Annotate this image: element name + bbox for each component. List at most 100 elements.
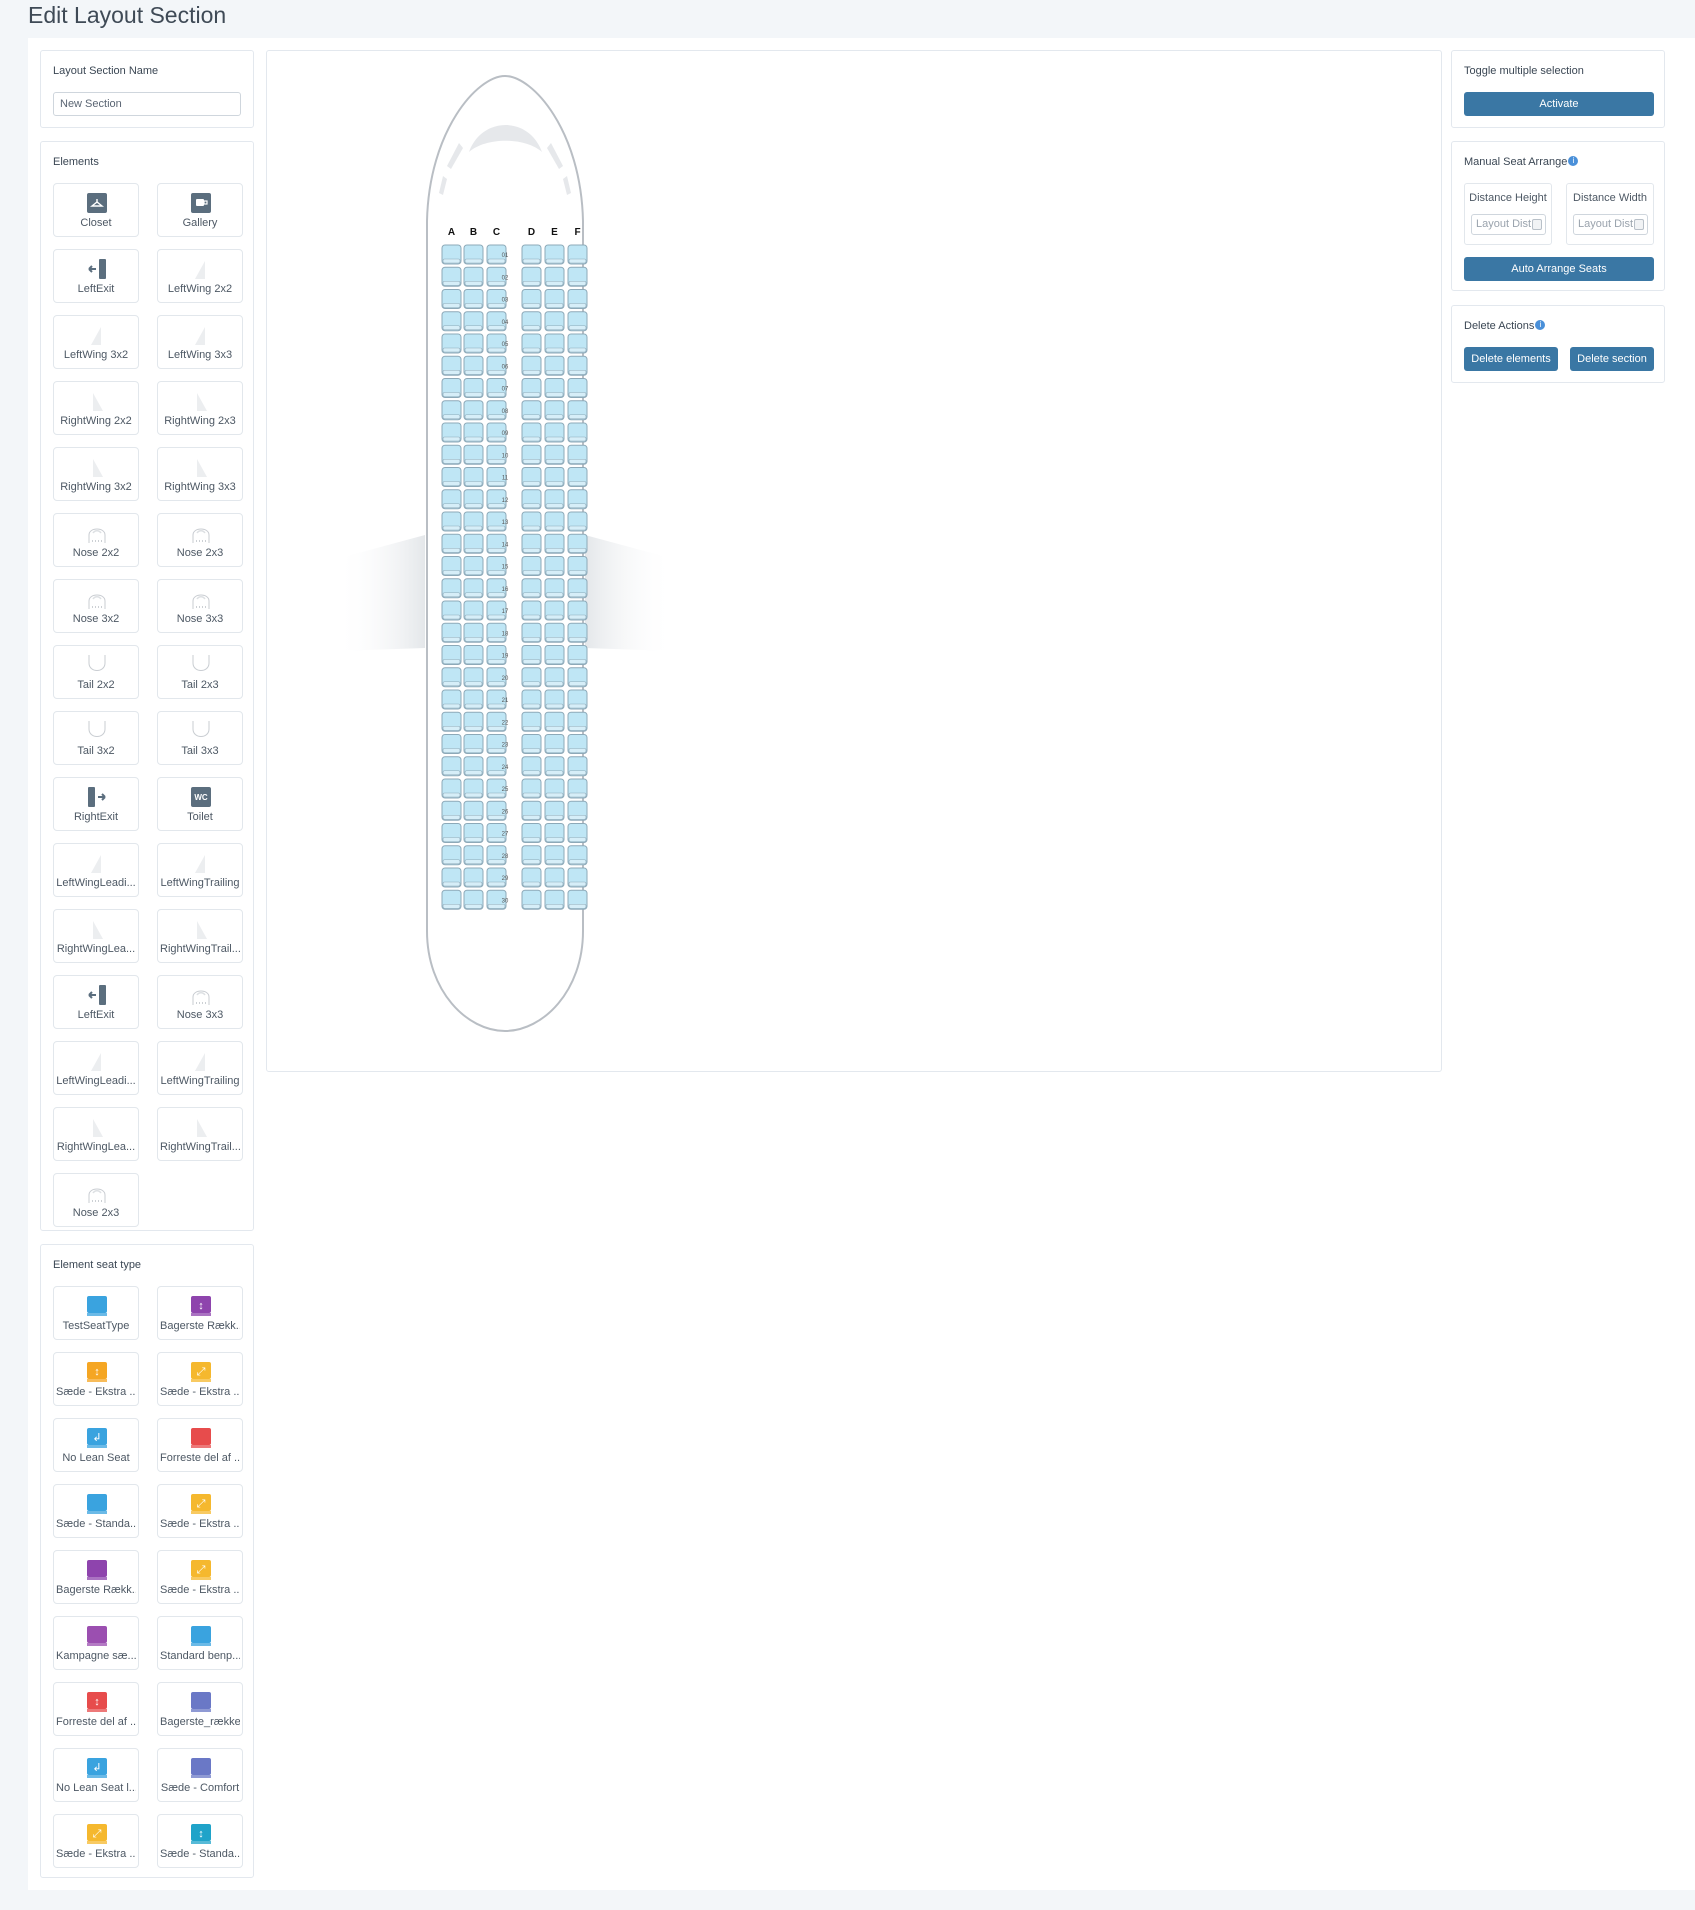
seat-type-tile[interactable]: ↕ Forreste del af ...: [53, 1682, 139, 1736]
element-tile[interactable]: Nose 3x2: [53, 579, 139, 633]
seat[interactable]: [441, 889, 462, 910]
seat-type-tile[interactable]: Bagerste Rækk...: [53, 1550, 139, 1604]
seat[interactable]: [521, 311, 542, 332]
seat[interactable]: [463, 244, 484, 265]
seat[interactable]: [463, 823, 484, 843]
seat[interactable]: [567, 667, 588, 688]
element-tile[interactable]: Nose 2x3: [157, 513, 243, 567]
seat[interactable]: [567, 778, 588, 799]
seat[interactable]: [521, 378, 542, 398]
element-tile[interactable]: Tail 2x3: [157, 645, 243, 699]
seat[interactable]: [544, 845, 565, 866]
seat[interactable]: [567, 734, 588, 754]
seat[interactable]: [544, 533, 565, 554]
seat-type-tile[interactable]: Bagerste_rækker: [157, 1682, 243, 1736]
spinner-icon[interactable]: [1634, 219, 1644, 230]
element-tile[interactable]: RightExit: [53, 777, 139, 831]
seat[interactable]: [521, 778, 542, 799]
seat-type-tile[interactable]: ⤢ Sæde - Ekstra ...: [157, 1484, 243, 1538]
seat[interactable]: [567, 556, 588, 576]
seat[interactable]: [521, 400, 542, 421]
seat[interactable]: [521, 689, 542, 710]
seat[interactable]: [544, 556, 565, 576]
seat[interactable]: [567, 867, 588, 888]
seat[interactable]: [441, 823, 462, 843]
seat[interactable]: [441, 244, 462, 265]
seat[interactable]: [544, 823, 565, 843]
seat[interactable]: [441, 266, 462, 287]
seat[interactable]: [441, 378, 462, 398]
seat[interactable]: [441, 489, 462, 510]
seat[interactable]: [441, 622, 462, 643]
distance-width-input[interactable]: Layout Dist: [1573, 214, 1648, 235]
seat-type-tile[interactable]: ⤢ Sæde - Ekstra ...: [157, 1352, 243, 1406]
element-tile[interactable]: LeftWing 2x2: [157, 249, 243, 303]
element-tile[interactable]: LeftWingTrailing: [157, 1041, 243, 1095]
seat[interactable]: [521, 289, 542, 309]
seat[interactable]: [441, 422, 462, 443]
seat[interactable]: [544, 800, 565, 821]
activate-button[interactable]: Activate: [1464, 92, 1654, 116]
seat-type-tile[interactable]: ⤢ Sæde - Ekstra ...: [157, 1550, 243, 1604]
seat[interactable]: [544, 511, 565, 532]
element-tile[interactable]: RightWing 2x3: [157, 381, 243, 435]
seat[interactable]: [567, 311, 588, 332]
layout-canvas[interactable]: A B C D E F 01 02 03 04 05 06 07 08 09 10 11 12 13 14 15 16 1…: [266, 50, 1442, 1072]
seat[interactable]: [567, 823, 588, 843]
seat[interactable]: [441, 444, 462, 465]
seat[interactable]: [544, 867, 565, 888]
seat[interactable]: [544, 289, 565, 309]
seat[interactable]: [521, 489, 542, 510]
seat-type-tile[interactable]: Sæde - Standa...: [53, 1484, 139, 1538]
seat[interactable]: [441, 533, 462, 554]
element-tile[interactable]: Nose 2x2: [53, 513, 139, 567]
seat[interactable]: [463, 266, 484, 287]
seat[interactable]: [521, 244, 542, 265]
element-tile[interactable]: WC Toilet: [157, 777, 243, 831]
seat[interactable]: [544, 689, 565, 710]
seat[interactable]: [441, 511, 462, 532]
seat[interactable]: [567, 400, 588, 421]
seat[interactable]: [463, 622, 484, 643]
seat[interactable]: [463, 400, 484, 421]
seat[interactable]: [567, 244, 588, 265]
seat[interactable]: [544, 578, 565, 599]
element-tile[interactable]: Nose 3x3: [157, 579, 243, 633]
seat[interactable]: [544, 444, 565, 465]
seat[interactable]: [463, 355, 484, 376]
seat[interactable]: [463, 645, 484, 665]
seat[interactable]: [521, 823, 542, 843]
seat[interactable]: [521, 711, 542, 732]
seat[interactable]: [463, 667, 484, 688]
seat-type-tile[interactable]: ↲ No Lean Seat: [53, 1418, 139, 1472]
seat-type-tile[interactable]: ↕ Bagerste Rækk...: [157, 1286, 243, 1340]
seat-type-tile[interactable]: Kampagne sæ...: [53, 1616, 139, 1670]
seat[interactable]: [544, 378, 565, 398]
seat[interactable]: [521, 355, 542, 376]
seat[interactable]: [567, 600, 588, 621]
seat[interactable]: [544, 889, 565, 910]
seat-type-tile[interactable]: Forreste del af ...: [157, 1418, 243, 1472]
seat[interactable]: [521, 333, 542, 354]
seat[interactable]: [567, 467, 588, 487]
element-tile[interactable]: LeftExit: [53, 249, 139, 303]
element-tile[interactable]: RightWingTrail...: [157, 909, 243, 963]
seat[interactable]: [463, 467, 484, 487]
seat[interactable]: [521, 622, 542, 643]
seat-type-tile[interactable]: ⤢ Sæde - Ekstra ...: [53, 1814, 139, 1868]
seat[interactable]: [521, 578, 542, 599]
seat[interactable]: [463, 711, 484, 732]
info-icon[interactable]: i: [1568, 156, 1579, 166]
seat[interactable]: [463, 578, 484, 599]
seat[interactable]: [544, 311, 565, 332]
seat[interactable]: [463, 533, 484, 554]
seat[interactable]: [521, 889, 542, 910]
seat[interactable]: [544, 778, 565, 799]
seat[interactable]: [544, 400, 565, 421]
seat[interactable]: [567, 422, 588, 443]
seat[interactable]: [544, 333, 565, 354]
element-tile[interactable]: RightWing 3x3: [157, 447, 243, 501]
seat[interactable]: [521, 444, 542, 465]
auto-arrange-seats-button[interactable]: Auto Arrange Seats: [1464, 257, 1654, 281]
seat[interactable]: [544, 622, 565, 643]
